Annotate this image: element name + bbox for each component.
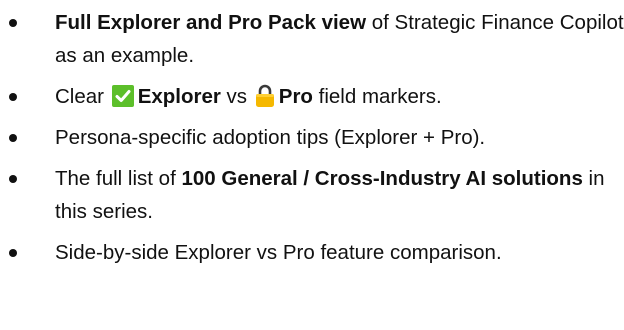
bullet-item-persona-tips: Persona-specific adoption tips (Explorer… [0, 121, 624, 154]
bullet-item-feature-comparison: Side-by-side Explorer vs Pro feature com… [0, 236, 624, 269]
bullet-text: Clear [55, 85, 110, 108]
bullet-dot [9, 175, 17, 183]
bullet-bold-text: 100 General / Cross-Industry AI solution… [181, 167, 583, 190]
bullet-text: The full list of [55, 167, 182, 190]
bullet-list: Full Explorer and Pro Pack view of Strat… [0, 6, 624, 277]
bullet-dot [9, 93, 17, 101]
bullet-dot [9, 19, 17, 27]
bullet-item-solutions-list: The full list of 100 General / Cross-Ind… [0, 162, 624, 228]
explorer-label: Explorer [137, 85, 221, 108]
bullet-text: field markers. [312, 85, 442, 108]
bullet-bold-text: Full Explorer and Pro Pack view [55, 11, 367, 34]
bullet-item-explorer-pro-view: Full Explorer and Pro Pack view of Strat… [0, 6, 624, 72]
pro-label: Pro [278, 85, 313, 108]
bullet-dot [9, 134, 17, 142]
bullet-text: vs [220, 85, 253, 108]
bullet-text: Side-by-side Explorer vs Pro feature com… [55, 241, 502, 264]
bullet-item-field-markers: Clear Explorer vs Pro field markers. [0, 80, 624, 113]
lock-icon [255, 84, 275, 108]
green-check-icon [111, 84, 134, 107]
bullet-text: Persona-specific adoption tips (Explorer… [55, 126, 486, 149]
bullet-dot [9, 249, 17, 257]
